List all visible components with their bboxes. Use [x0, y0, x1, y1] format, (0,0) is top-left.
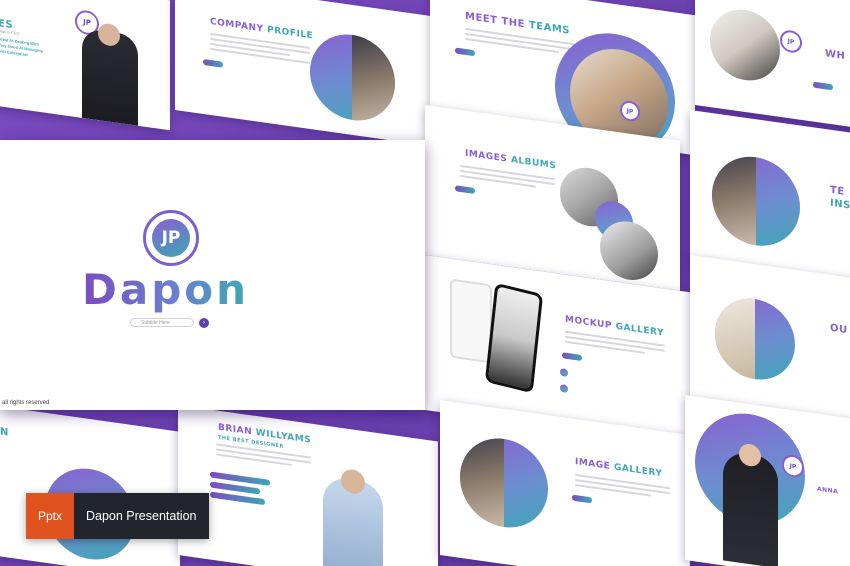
images-albums-photo-2 [600, 217, 658, 284]
phone-mockup-white [450, 278, 492, 364]
mockup-gallery-title-a: MOCKUP [565, 314, 612, 332]
mockup-feature-icon-2 [560, 383, 568, 394]
presentation-preview: ES Great At Dealing With Very Good At Ma… [0, 0, 850, 566]
dapon-logo-icon: JP [143, 210, 199, 266]
logo-icon: JP [780, 28, 802, 55]
image-gallery-title-a: IMAGE [575, 456, 611, 472]
meet-teams-button [455, 47, 475, 57]
ceo-role: Dapon CEO [0, 28, 20, 37]
mockup-feature-icon-1 [560, 367, 568, 378]
left-bottom-title: N [0, 426, 9, 439]
image-gallery-button [572, 494, 592, 504]
product-badge: Pptx Dapon Presentation [26, 493, 209, 539]
slide-right-top: JP WH [695, 0, 850, 129]
phone-mockup-black [484, 282, 544, 394]
right-bottom-title: ANNA [817, 485, 839, 496]
right-top-button [813, 81, 833, 91]
meet-teams-title-a: MEET THE [465, 10, 525, 31]
slide-brian: BRIAN WILLYAMS THE BEST DESIGNER [178, 405, 438, 566]
meet-teams-title-b: TEAMS [528, 19, 570, 37]
right-low-title: OU [830, 322, 848, 337]
right-top-photo [710, 5, 780, 85]
slide-right-bottom: JP ANNA [685, 395, 850, 566]
subtitle-field: Subtitle Here [130, 318, 194, 327]
images-albums-title-b: ALBUMS [510, 155, 557, 172]
right-bottom-photo [723, 450, 778, 566]
mockup-gallery-title-b: GALLERY [615, 321, 665, 339]
slide-company-profile: COMPANY PROFILE [175, 0, 430, 146]
arrow-icon: › [199, 318, 209, 328]
slide-main-cover: JP Dapon Subtitle Here › all rights rese… [0, 140, 425, 410]
mockup-gallery-button [562, 352, 582, 362]
right-top-title: WH [825, 48, 846, 63]
company-profile-photo [352, 34, 395, 126]
product-name: Dapon Presentation [74, 493, 209, 539]
rights-text: all rights reserved [2, 400, 50, 406]
brand-name: Dapon [82, 265, 250, 314]
slide-left-bottom: N [0, 405, 180, 566]
images-albums-button [455, 185, 475, 195]
company-profile-title-a: COMPANY [210, 16, 264, 35]
image-gallery-title-b: GALLERY [613, 462, 663, 480]
logo-glyph: JP [152, 219, 190, 257]
right-mid-title-2: INS [830, 197, 850, 212]
right-low-photo [715, 293, 755, 380]
images-albums-title-a: IMAGES [465, 148, 508, 165]
right-mid-photo [712, 151, 756, 246]
brian-text [216, 443, 311, 471]
company-profile-button [203, 58, 223, 68]
right-mid-title-1: TE [830, 184, 845, 198]
format-label: Pptx [26, 493, 74, 539]
company-profile-title-b: PROFILE [267, 24, 314, 42]
image-gallery-photo [460, 432, 504, 527]
slide-ceo: ES Great At Dealing With Very Good At Ma… [0, 0, 170, 131]
